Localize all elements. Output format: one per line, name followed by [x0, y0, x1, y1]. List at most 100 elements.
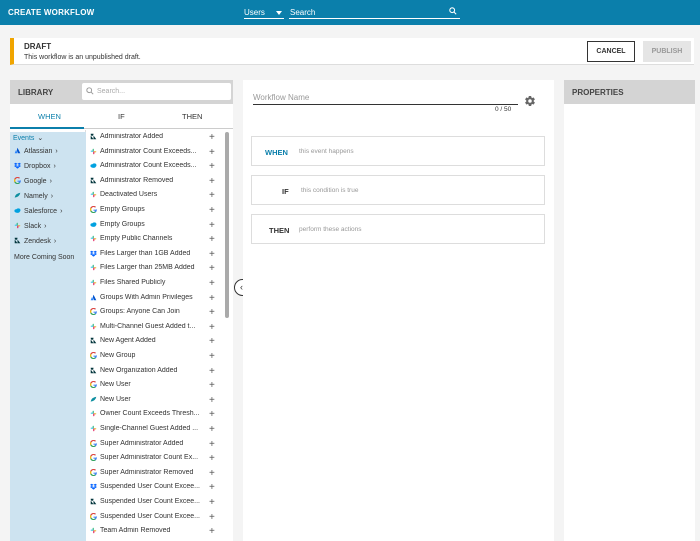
event-item[interactable]: Empty Groups + [90, 220, 216, 235]
event-item[interactable]: Deactivated Users + [90, 190, 216, 205]
event-item[interactable]: Single-Channel Guest Added ... + [90, 424, 216, 439]
slack-icon [90, 192, 100, 199]
event-item[interactable]: Administrator Removed + [90, 176, 216, 191]
add-icon[interactable]: + [209, 322, 215, 333]
event-item[interactable]: Team Admin Removed + [90, 526, 216, 541]
scope-select[interactable]: Users [244, 4, 284, 19]
add-icon[interactable]: + [209, 190, 215, 201]
event-item[interactable]: New Organization Added + [90, 366, 216, 381]
publish-button[interactable]: PUBLISH [643, 41, 691, 62]
event-item[interactable]: Administrator Count Exceeds... + [90, 147, 216, 162]
add-icon[interactable]: + [209, 278, 215, 289]
add-icon[interactable]: + [209, 497, 215, 508]
event-item[interactable]: Files Shared Publicly + [90, 278, 216, 293]
add-icon[interactable]: + [209, 234, 215, 245]
chevron-right-icon: › [55, 148, 58, 155]
library-header: LIBRARY Search... [10, 80, 233, 104]
source-item-zendesk[interactable]: Zendesk › [14, 237, 56, 250]
salesforce-icon [90, 163, 100, 170]
add-icon[interactable]: + [209, 366, 215, 377]
tab-then[interactable]: THEN [182, 112, 202, 121]
step-then[interactable]: THEN perform these actions [251, 214, 545, 244]
add-icon[interactable]: + [209, 395, 215, 406]
page-title: CREATE WORKFLOW [8, 8, 95, 17]
event-item[interactable]: Administrator Count Exceeds... + [90, 161, 216, 176]
add-icon[interactable]: + [209, 176, 215, 187]
add-icon[interactable]: + [209, 263, 215, 274]
add-icon[interactable]: + [209, 468, 215, 479]
event-item[interactable]: Suspended User Count Excee... + [90, 512, 216, 527]
tab-if[interactable]: IF [118, 112, 125, 121]
add-icon[interactable]: + [209, 293, 215, 304]
event-item[interactable]: New User + [90, 395, 216, 410]
event-item[interactable]: Super Administrator Added + [90, 439, 216, 454]
add-icon[interactable]: + [209, 380, 215, 391]
event-label: Super Administrator Count Ex... [100, 454, 199, 462]
chevron-right-icon: › [44, 223, 47, 230]
add-icon[interactable]: + [209, 512, 215, 523]
event-label: Multi-Channel Guest Added t... [100, 322, 196, 330]
add-icon[interactable]: + [209, 147, 215, 158]
event-item[interactable]: Suspended User Count Excee... + [90, 497, 216, 512]
add-icon[interactable]: + [209, 336, 215, 347]
step-when[interactable]: WHEN this event happens [251, 136, 545, 166]
source-item-atlassian[interactable]: Atlassian › [14, 147, 58, 160]
source-item-slack[interactable]: Slack › [14, 222, 46, 235]
event-item[interactable]: Empty Groups + [90, 205, 216, 220]
slack-icon [14, 222, 24, 230]
add-icon[interactable]: + [209, 424, 215, 435]
event-item[interactable]: Owner Count Exceeds Thresh... + [90, 409, 216, 424]
event-item[interactable]: Multi-Channel Guest Added t... + [90, 322, 216, 337]
salesforce-icon [90, 221, 100, 229]
add-icon[interactable]: + [209, 220, 215, 231]
library-panel: LIBRARY Search... WHEN IF THEN Events ⌄ At… [10, 80, 233, 541]
step-key: THEN [269, 226, 290, 235]
gear-icon[interactable] [524, 95, 536, 107]
event-label: Groups: Anyone Can Join [100, 308, 180, 316]
event-item[interactable]: Files Larger than 1GB Added + [90, 249, 216, 264]
event-label: Suspended User Count Excee... [100, 483, 201, 491]
source-item-salesforce[interactable]: Salesforce › [14, 207, 62, 220]
add-icon[interactable]: + [209, 439, 215, 450]
scope-value: Users [244, 8, 265, 17]
cancel-button[interactable]: CANCEL [587, 41, 635, 62]
global-search-input[interactable]: Search [289, 4, 460, 19]
event-label: New User [100, 381, 131, 389]
step-if[interactable]: IF this condition is true [251, 175, 545, 205]
search-placeholder: Search [290, 8, 316, 17]
event-item[interactable]: Super Administrator Removed + [90, 468, 216, 483]
event-item[interactable]: Suspended User Count Excee... + [90, 482, 216, 497]
event-item[interactable]: Groups With Admin Privileges + [90, 293, 216, 308]
event-item[interactable]: New Agent Added + [90, 336, 216, 351]
add-icon[interactable]: + [209, 161, 215, 172]
add-icon[interactable]: + [209, 482, 215, 493]
add-icon[interactable]: + [209, 249, 215, 260]
event-item[interactable]: Groups: Anyone Can Join + [90, 307, 216, 322]
event-item[interactable]: Super Administrator Count Ex... + [90, 453, 216, 468]
add-icon[interactable]: + [209, 205, 215, 216]
event-item[interactable]: Administrator Added + [90, 132, 216, 147]
add-icon[interactable]: + [209, 132, 215, 143]
event-item[interactable]: Empty Public Channels + [90, 234, 216, 249]
event-item[interactable]: New User + [90, 380, 216, 395]
salesforce-icon [14, 208, 24, 215]
google-icon [90, 381, 100, 389]
add-icon[interactable]: + [209, 453, 215, 464]
event-item[interactable]: Files Larger than 25MB Added + [90, 263, 216, 278]
source-item-google[interactable]: Google › [14, 177, 52, 190]
properties-header: PROPERTIES [564, 80, 695, 104]
event-label: New Organization Added [100, 366, 178, 374]
source-item-dropbox[interactable]: Dropbox › [14, 162, 56, 175]
zendesk-icon [90, 133, 100, 141]
library-search-input[interactable]: Search... [82, 83, 231, 100]
add-icon[interactable]: + [209, 307, 215, 318]
add-icon[interactable]: + [209, 409, 215, 420]
tab-when[interactable]: WHEN [38, 112, 61, 121]
source-item-more-coming-soon[interactable]: More Coming Soon [14, 254, 74, 267]
event-list-scrollbar[interactable] [225, 132, 229, 318]
workflow-name-input[interactable]: Workflow Name [253, 91, 518, 105]
source-item-namely[interactable]: Namely › [14, 192, 53, 205]
event-item[interactable]: New Group + [90, 351, 216, 366]
add-icon[interactable]: + [209, 351, 215, 362]
add-icon[interactable]: + [209, 526, 215, 537]
